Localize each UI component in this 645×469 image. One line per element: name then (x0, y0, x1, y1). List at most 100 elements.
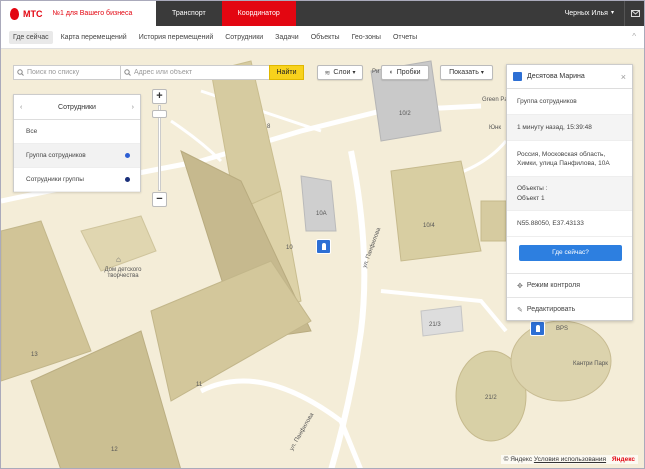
map-label-junk: Юнк (489, 125, 501, 131)
employees-panel-header: ‹ Сотрудники › (14, 95, 140, 120)
info-time: 1 минуту назад, 15:39:48 (507, 115, 632, 141)
show-label: Показать (449, 69, 479, 76)
where-now-button[interactable]: Где сейчас? (519, 245, 622, 261)
map-label-building-21-2: 21/2 (485, 395, 497, 401)
employee-group-members[interactable]: Сотрудники группы (14, 168, 140, 192)
section-nav: Где сейчас Карта перемещений История пер… (1, 26, 644, 49)
user-name: Черных Илья (564, 10, 608, 17)
person-pin-icon (513, 72, 522, 81)
last-seen-time: 1 минуту назад, 15:39:48 (517, 124, 592, 131)
layers-label: Слои (333, 69, 351, 76)
edit-button[interactable]: ✎ Редактировать (507, 297, 632, 321)
group-color-dot (125, 177, 130, 182)
map-label-building-10a: 10А (316, 211, 327, 217)
chevron-down-icon: ▾ (610, 10, 614, 16)
mail-button[interactable] (624, 1, 644, 26)
nav-employees[interactable]: Сотрудники (221, 31, 267, 44)
map-footer: © Яндекс Условия использования Яндекс (500, 455, 638, 464)
control-mode-button[interactable]: ✥ Режим контроля (507, 273, 632, 297)
employees-panel-title: Сотрудники (58, 103, 96, 111)
user-menu[interactable]: Черных Илья ▾ (565, 1, 614, 26)
close-icon[interactable]: × (621, 72, 626, 82)
employees-panel: ‹ Сотрудники › Все Группа сотрудников Со… (13, 94, 141, 192)
logo-text: МТС (23, 8, 43, 19)
yandex-logo: Яндекс (611, 456, 635, 463)
target-icon: ✥ (517, 282, 523, 290)
objects-label: Объекты : (517, 184, 548, 192)
collapse-icon[interactable]: ^ (632, 32, 636, 41)
coordinates: N55.88050, E37.43133 (517, 220, 584, 227)
employee-address: Россия, Московская область, Химки, улица… (517, 150, 610, 167)
map-label-building-10-2: 10/2 (399, 111, 411, 117)
tab-coordinator[interactable]: Координатор (221, 1, 296, 26)
map-label-building-10: 10 (286, 245, 293, 251)
nav-reports[interactable]: Отчеты (389, 31, 421, 44)
find-button[interactable]: Найти (269, 65, 304, 80)
search-icon (124, 69, 131, 76)
employee-group-staff-group[interactable]: Группа сотрудников (14, 144, 140, 168)
top-bar: МТС №1 для Вашего бизнеса Транспорт Коор… (1, 1, 644, 26)
traffic-icon: ◐ (389, 69, 394, 76)
app-window: МТС №1 для Вашего бизнеса Транспорт Коор… (0, 0, 645, 469)
brand[interactable]: МТС №1 для Вашего бизнеса (1, 1, 156, 26)
employee-group-label: Группа сотрудников (26, 152, 86, 159)
employee-group-label: Сотрудники группы (26, 176, 84, 183)
kindergarten-icon: ⌂ (116, 255, 121, 264)
zoom-in-button[interactable]: + (152, 89, 167, 104)
edit-label: Редактировать (526, 306, 576, 313)
group-color-dot (125, 153, 130, 158)
terms-link[interactable]: Условия использования (534, 456, 606, 463)
map-label-bps: BPS (556, 326, 569, 332)
map-label-ri: Ри (372, 69, 380, 75)
layers-button[interactable]: ≋ Слои ▾ (317, 65, 363, 80)
map-label-green-park: Green Pa (482, 97, 508, 103)
map-label-building-11: 11 (196, 382, 203, 388)
info-address: Россия, Московская область, Химки, улица… (507, 141, 632, 177)
tab-transport[interactable]: Транспорт (156, 1, 222, 26)
nav-movement-map[interactable]: Карта перемещений (57, 31, 131, 44)
chevron-right-icon[interactable]: › (132, 104, 134, 111)
nav-movement-history[interactable]: История перемещений (135, 31, 218, 44)
control-mode-label: Режим контроля (526, 282, 581, 289)
zoom-out-button[interactable]: − (152, 192, 167, 207)
pencil-icon: ✎ (517, 306, 523, 314)
address-search-input[interactable] (134, 69, 269, 76)
traffic-label: Пробки (396, 69, 421, 76)
search-icon (17, 69, 24, 76)
traffic-button[interactable]: ◐ Пробки (381, 65, 429, 80)
mail-icon (631, 10, 640, 17)
mts-logo-icon (10, 7, 19, 20)
employee-name: Десятова Марина (527, 73, 585, 80)
nav-objects[interactable]: Объекты (307, 31, 344, 44)
address-search-box (120, 65, 270, 80)
chevron-left-icon[interactable]: ‹ (20, 104, 22, 111)
nav-tasks[interactable]: Задачи (271, 31, 303, 44)
employee-location-pin[interactable] (316, 239, 331, 254)
employee-info-panel: Десятова Марина × Группа сотрудников 1 м… (506, 64, 633, 321)
map-label-kindergarten: Дом детского творчества (104, 267, 142, 279)
top-nav: Транспорт Координатор (156, 1, 296, 26)
copyright: © Яндекс (503, 456, 533, 463)
map-label-kantri-park: Кантри Парк (573, 361, 608, 367)
info-coords: N55.88050, E37.43133 (507, 211, 632, 237)
info-header: Десятова Марина × (507, 65, 632, 89)
zoom-slider-handle[interactable] (152, 110, 167, 118)
show-button[interactable]: Показать ▾ (440, 65, 493, 80)
map-label-building-12: 12 (111, 447, 118, 453)
map-label-building-10-4: 10/4 (423, 223, 435, 229)
chevron-down-icon: ▾ (352, 70, 356, 76)
map-label-building-8: 8 (267, 124, 271, 130)
employee-group-all[interactable]: Все (14, 120, 140, 144)
info-objects: Объекты : Объект 1 (507, 177, 632, 211)
employee-group: Группа сотрудников (517, 98, 577, 105)
nav-where-now[interactable]: Где сейчас (9, 30, 53, 44)
employee-group-label: Все (26, 128, 38, 135)
layers-icon: ≋ (324, 69, 331, 77)
chevron-down-icon: ▾ (480, 70, 484, 76)
object-name: Объект 1 (517, 194, 545, 202)
map-label-building-21-3: 21/3 (429, 322, 441, 328)
bps-location-pin[interactable] (530, 321, 545, 336)
slogan: №1 для Вашего бизнеса (52, 10, 133, 17)
nav-geozones[interactable]: Гео-зоны (348, 31, 385, 44)
map-label-building-13: 13 (31, 352, 38, 358)
